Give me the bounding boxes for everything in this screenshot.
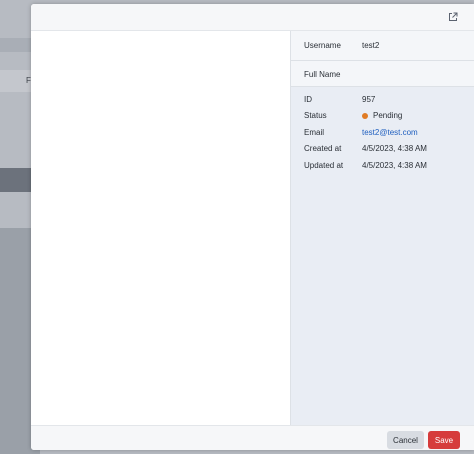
full-name-row[interactable]: Full Name bbox=[291, 61, 474, 87]
details-panel: Username test2 Full Name ID 957 Status P… bbox=[291, 31, 474, 425]
modal-footer: Cancel Save bbox=[31, 425, 474, 450]
username-label: Username bbox=[304, 41, 341, 50]
updated-at-row: Updated at 4/5/2023, 4:38 AM bbox=[291, 159, 474, 175]
full-name-label: Full Name bbox=[304, 70, 341, 79]
created-at-row: Created at 4/5/2023, 4:38 AM bbox=[291, 142, 474, 158]
id-label: ID bbox=[304, 95, 312, 104]
user-detail-modal: Username test2 Full Name ID 957 Status P… bbox=[31, 4, 474, 450]
email-link[interactable]: test2@test.com bbox=[362, 128, 418, 137]
username-value: test2 bbox=[362, 41, 380, 50]
open-external-icon[interactable] bbox=[448, 12, 458, 22]
id-value: 957 bbox=[362, 95, 376, 104]
status-dot-icon bbox=[362, 112, 368, 119]
modal-body: Username test2 Full Name ID 957 Status P… bbox=[31, 31, 474, 425]
email-row: Email test2@test.com bbox=[291, 126, 474, 142]
status-row: Status Pending bbox=[291, 109, 474, 125]
cancel-button[interactable]: Cancel bbox=[387, 431, 424, 449]
modal-header bbox=[31, 4, 474, 31]
created-at-label: Created at bbox=[304, 144, 342, 154]
created-at-value: 4/5/2023, 4:38 AM bbox=[362, 144, 427, 154]
save-button[interactable]: Save bbox=[428, 431, 460, 449]
user-info-list: ID 957 Status Pending Email test2@test.c… bbox=[291, 93, 474, 175]
updated-at-value: 4/5/2023, 4:38 AM bbox=[362, 160, 427, 170]
updated-at-label: Updated at bbox=[304, 160, 344, 170]
status-value: Pending bbox=[362, 111, 402, 120]
id-row: ID 957 bbox=[291, 93, 474, 109]
content-pane bbox=[31, 31, 291, 425]
status-label: Status bbox=[304, 111, 327, 121]
username-row: Username test2 bbox=[291, 31, 474, 61]
email-label: Email bbox=[304, 127, 325, 137]
status-text: Pending bbox=[373, 111, 403, 121]
